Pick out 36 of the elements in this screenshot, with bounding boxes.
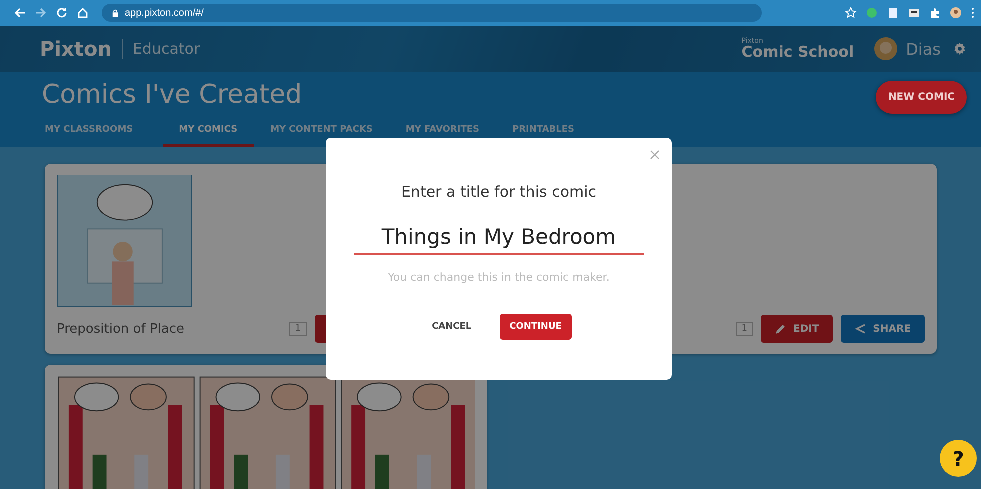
section-label: Educator (132, 40, 200, 58)
dialog-title: Enter a title for this comic (401, 183, 597, 201)
menu-icon[interactable] (971, 7, 975, 19)
cancel-button[interactable]: CANCEL (426, 321, 478, 333)
home-icon[interactable] (77, 7, 89, 19)
tab[interactable]: PRINTABLES (509, 119, 591, 147)
continue-button[interactable]: CONTINUE (500, 314, 572, 340)
avatar-icon[interactable] (950, 7, 962, 19)
settings-icon[interactable] (953, 42, 967, 56)
back-icon[interactable] (14, 7, 26, 19)
tab[interactable]: MY FAVORITES (402, 119, 496, 147)
edit-button[interactable]: EDIT (761, 315, 834, 343)
url-text: app.pixton.com/#/ (125, 8, 204, 18)
page-count: 1 (289, 322, 307, 336)
page-title: Comics I've Created (42, 79, 302, 112)
user-name[interactable]: Dias (906, 40, 941, 58)
new-comic-button[interactable]: NEW COMIC (876, 81, 967, 114)
document-icon[interactable] (887, 7, 899, 19)
lock-icon (112, 8, 119, 18)
reload-icon[interactable] (56, 7, 68, 19)
tab[interactable]: MY CONTENT PACKS (268, 119, 389, 147)
comic-title[interactable]: Preposition of Place (57, 322, 185, 336)
avatar-icon[interactable] (874, 37, 898, 61)
forward-icon[interactable] (35, 7, 47, 19)
share-icon (855, 323, 868, 335)
close-icon[interactable] (650, 150, 660, 160)
logo[interactable]: Pixton (40, 37, 112, 61)
page-count: 1 (736, 322, 754, 336)
school-name: Comic School (742, 45, 854, 60)
puzzle-icon[interactable] (929, 7, 941, 19)
star-icon[interactable] (845, 7, 857, 19)
tab[interactable]: MY CLASSROOMS (42, 119, 150, 147)
pencil-icon (775, 323, 788, 335)
share-button[interactable]: SHARE (841, 315, 925, 343)
hint-text: You can change this in the comic maker. (388, 271, 610, 284)
address-bar[interactable]: app.pixton.com/#/ (102, 4, 762, 22)
